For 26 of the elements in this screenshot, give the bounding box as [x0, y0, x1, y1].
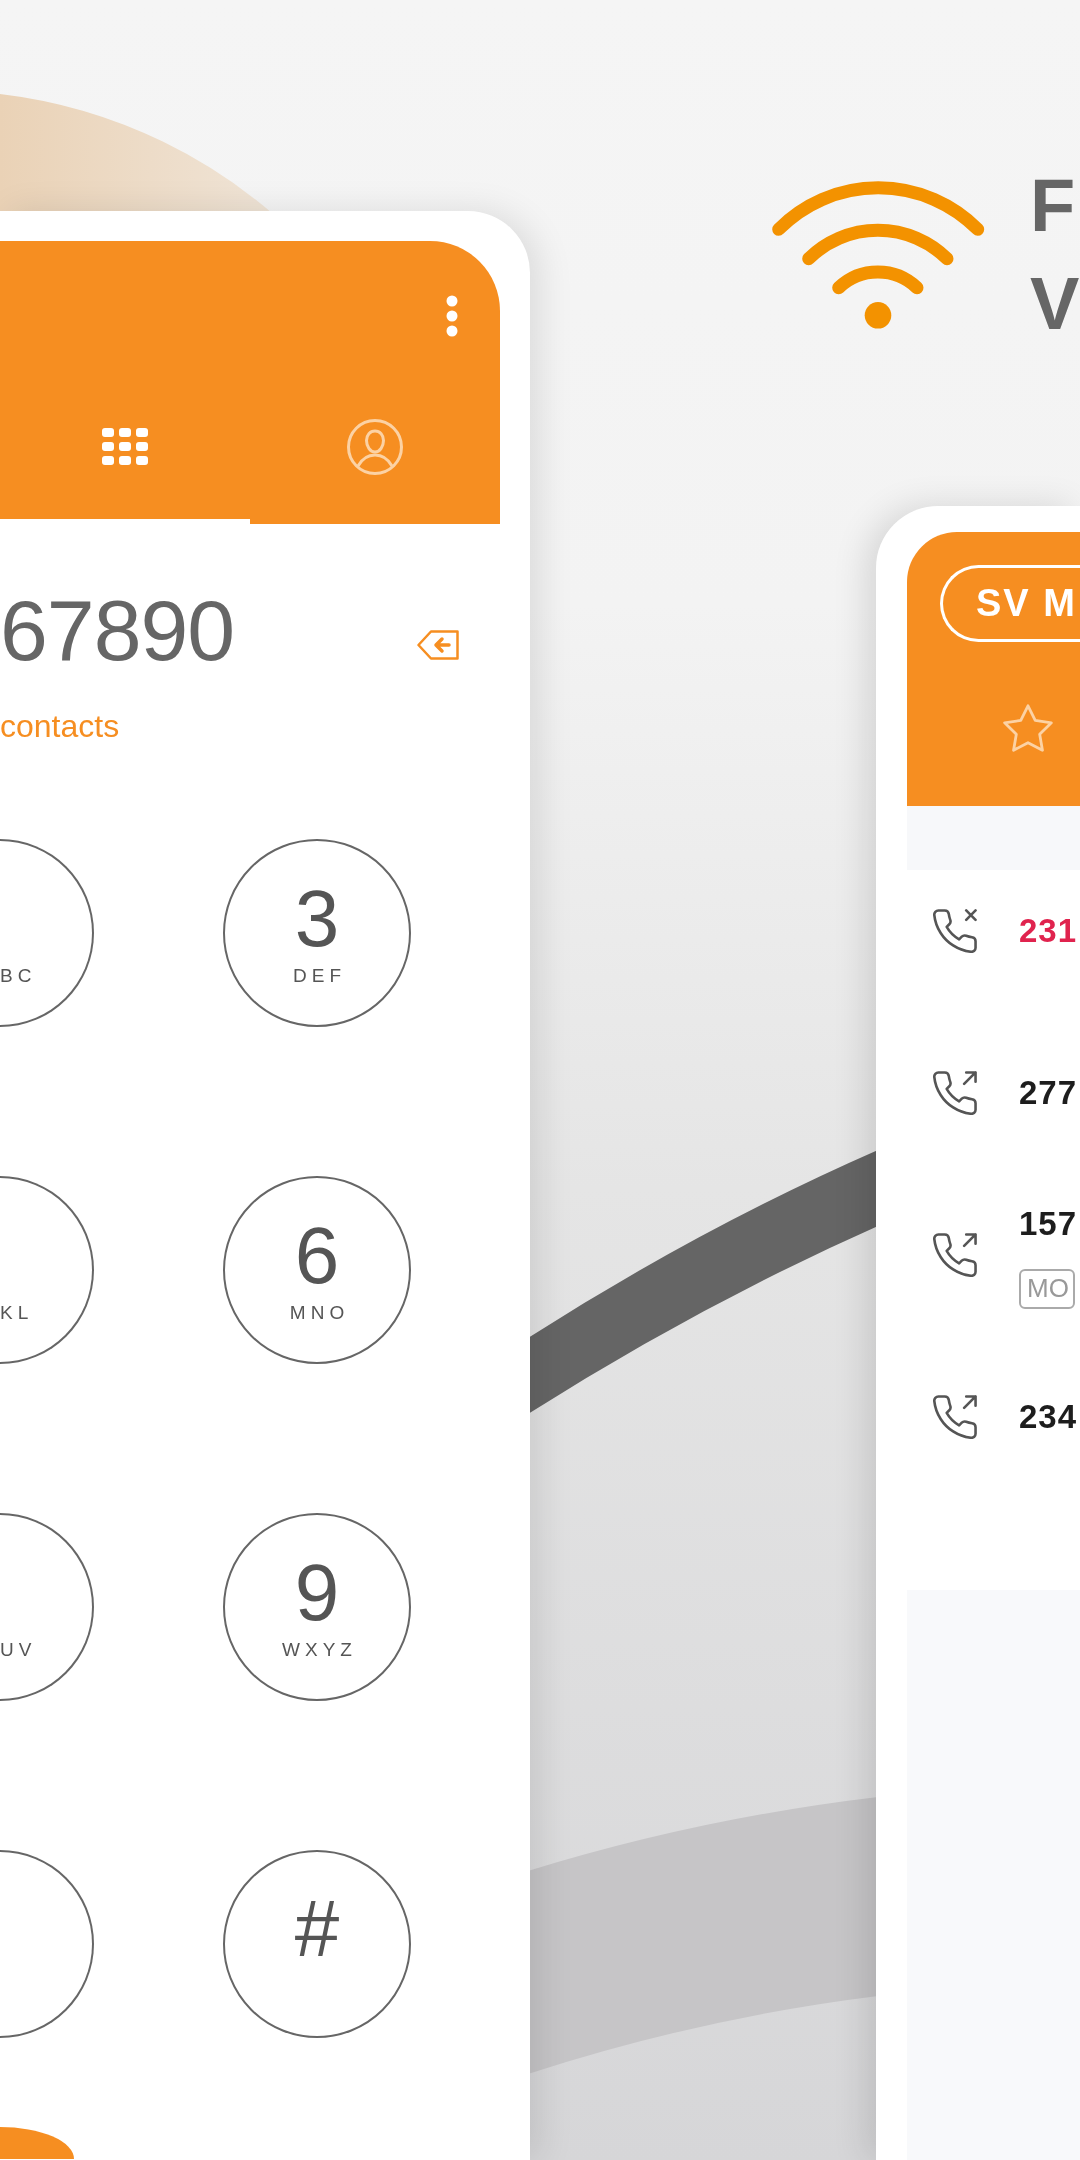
headline-text: F	[1030, 163, 1077, 249]
outgoing-call-icon	[933, 1233, 977, 1277]
star-icon	[1003, 704, 1053, 752]
outgoing-call-icon	[933, 1071, 977, 1115]
dialpad-icon	[102, 428, 148, 465]
dial-key[interactable]	[0, 1850, 94, 2038]
missed-call-icon	[933, 909, 977, 953]
phone-number[interactable]: 231	[1019, 909, 1078, 953]
dial-key[interactable]: KL	[0, 1176, 94, 1364]
outgoing-call-icon	[933, 1395, 977, 1439]
phone-number[interactable]: 234	[1019, 1395, 1078, 1439]
dial-key[interactable]: BC	[0, 839, 94, 1027]
dial-key[interactable]: 3 DEF	[223, 839, 411, 1027]
wifi-icon	[772, 181, 985, 329]
dial-key[interactable]: 9 WXYZ	[223, 1513, 411, 1701]
phone-number[interactable]: 277	[1019, 1071, 1078, 1115]
dial-key[interactable]: #	[223, 1850, 411, 2038]
phone-type-tag: MO	[1019, 1268, 1075, 1309]
dialed-number: 67890	[0, 581, 235, 680]
dial-key[interactable]: UV	[0, 1513, 94, 1701]
backspace-icon[interactable]	[417, 630, 459, 660]
dial-key[interactable]: 6 MNO	[223, 1176, 411, 1364]
phone-number[interactable]: 157	[1019, 1201, 1078, 1246]
headline-text: V	[1030, 261, 1080, 347]
person-circle-icon	[347, 418, 403, 475]
menu-icon[interactable]	[446, 295, 458, 337]
